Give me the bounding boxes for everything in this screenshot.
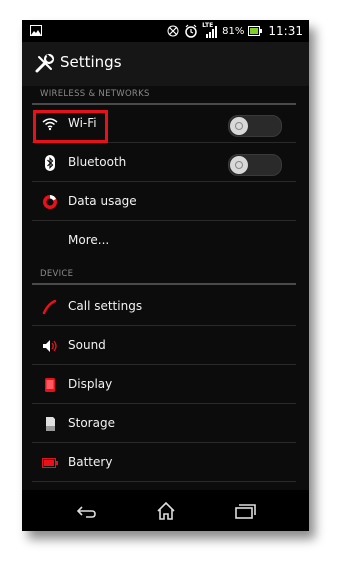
section-header-device: DEVICE: [40, 269, 74, 279]
status-bar: LTE 81% 11:31: [22, 20, 309, 42]
wrench-icon: [35, 53, 55, 73]
clock: 11:31: [268, 24, 303, 38]
settings-item-label: Bluetooth: [68, 155, 127, 169]
recent-apps-icon[interactable]: [233, 500, 257, 522]
row-divider: [32, 403, 296, 404]
settings-item-data-usage[interactable]: Data usage: [32, 183, 296, 221]
section-divider: [32, 283, 296, 285]
settings-item-label: Sound: [68, 338, 106, 352]
rotate-icon: [167, 25, 179, 37]
settings-list: WIRELESS & NETWORKS Wi-Fi Bluetooth Data…: [22, 86, 309, 490]
row-divider: [32, 481, 296, 482]
page-title: Settings: [60, 53, 122, 71]
row-divider: [32, 181, 296, 182]
settings-item-display[interactable]: Display: [32, 366, 296, 404]
storage-icon: [46, 417, 55, 431]
back-icon[interactable]: [74, 500, 98, 522]
settings-item-label: Storage: [68, 416, 115, 430]
home-icon[interactable]: [154, 500, 178, 522]
status-icons: LTE 81% 11:31: [166, 20, 303, 42]
bluetooth-icon: [45, 155, 55, 171]
row-divider: [32, 220, 296, 221]
settings-item-more[interactable]: More...: [32, 222, 296, 260]
battery-icon: [248, 26, 263, 36]
wifi-highlight-box: [33, 110, 108, 143]
phone-screen: LTE 81% 11:31 Settings WIRELESS & NETWOR…: [22, 20, 309, 531]
image-icon: [30, 25, 42, 36]
settings-item-battery[interactable]: Battery: [32, 444, 296, 482]
row-divider: [32, 325, 296, 326]
settings-item-label: Battery: [68, 455, 113, 469]
wifi-toggle[interactable]: [228, 115, 282, 137]
phone-icon: [42, 299, 57, 315]
bluetooth-toggle[interactable]: [228, 154, 282, 176]
settings-item-label: Data usage: [68, 194, 137, 208]
section-header-wireless: WIRELESS & NETWORKS: [40, 89, 150, 99]
alarm-icon: [185, 24, 197, 38]
settings-item-label: Call settings: [68, 299, 143, 313]
row-divider: [32, 364, 296, 365]
settings-item-label: Display: [68, 377, 113, 391]
battery-percent: 81%: [222, 25, 245, 37]
settings-item-call-settings[interactable]: Call settings: [32, 288, 296, 326]
row-divider: [32, 442, 296, 443]
settings-item-bluetooth[interactable]: Bluetooth: [32, 144, 296, 182]
display-icon: [45, 378, 55, 392]
battery-icon: [42, 458, 58, 468]
speaker-icon: [43, 340, 57, 352]
action-bar: Settings: [22, 42, 309, 86]
signal-icon: LTE: [202, 22, 218, 39]
navigation-bar: [22, 490, 309, 531]
settings-item-storage[interactable]: Storage: [32, 405, 296, 443]
settings-item-label: More...: [68, 233, 110, 247]
data-usage-icon: [43, 195, 57, 209]
settings-item-sound[interactable]: Sound: [32, 327, 296, 365]
